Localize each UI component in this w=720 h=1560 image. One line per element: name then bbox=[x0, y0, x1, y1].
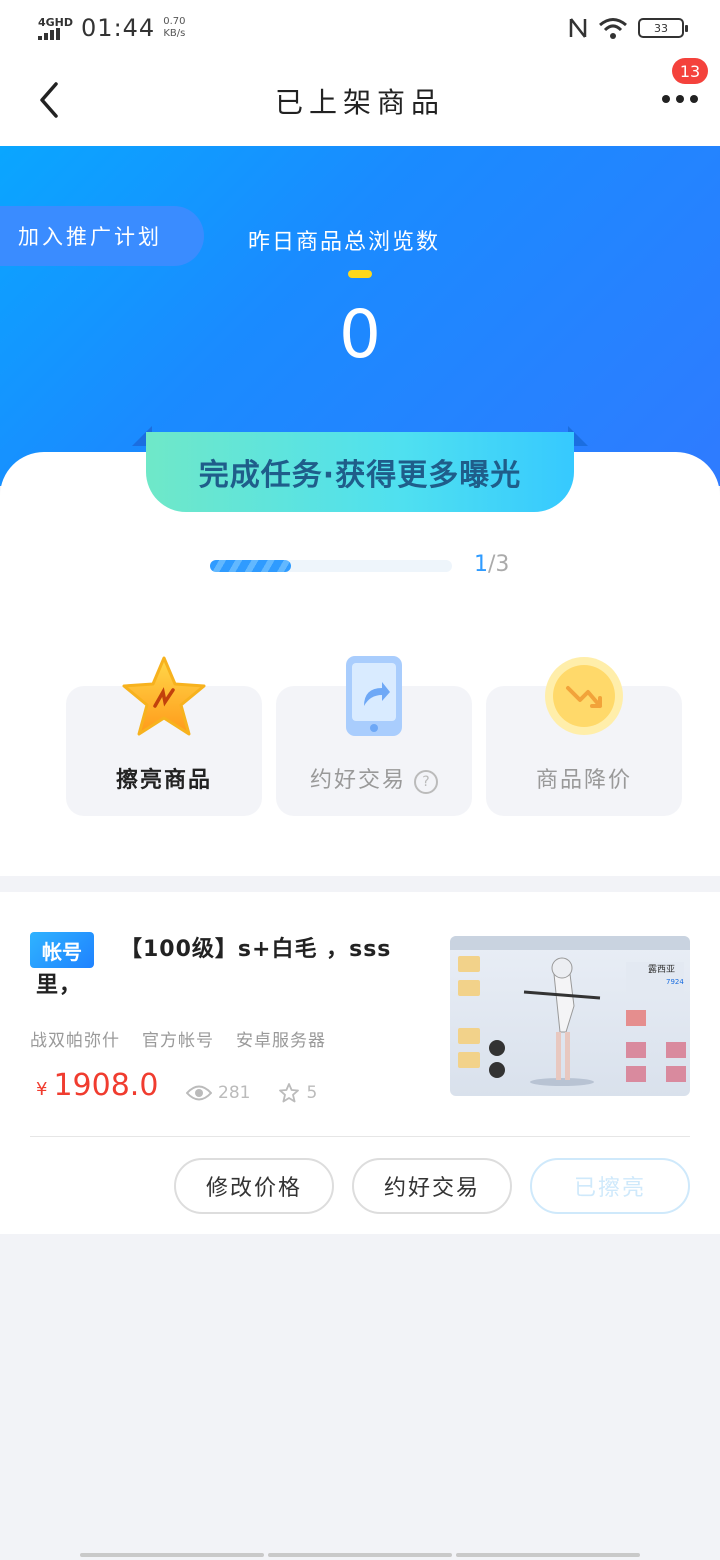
nfc-icon bbox=[569, 18, 587, 38]
arrange-trade-button[interactable]: 约好交易 bbox=[352, 1158, 512, 1214]
clock: 01:44 bbox=[81, 14, 156, 42]
home-indicator bbox=[80, 1553, 640, 1557]
favorites-count: 5 bbox=[306, 1083, 318, 1103]
speed-unit: KB/s bbox=[163, 28, 186, 39]
views-count: 281 bbox=[218, 1083, 251, 1103]
network-type: 4GHD bbox=[38, 15, 74, 29]
star-outline-icon bbox=[279, 1083, 300, 1103]
task-list: 擦亮商品 约好交易 ? 商品降价 bbox=[66, 656, 682, 816]
wifi-icon bbox=[599, 18, 627, 39]
game-screenshot-image: 露西亚 7924 bbox=[450, 936, 690, 1086]
price-value: 1908.0 bbox=[53, 1068, 159, 1103]
eye-icon bbox=[186, 1085, 212, 1101]
task-price-down[interactable]: 商品降价 bbox=[486, 657, 682, 816]
help-icon[interactable]: ? bbox=[414, 770, 438, 794]
nav-bar: 已上架商品 13 bbox=[0, 56, 720, 146]
views-label: 昨日商品总浏览数 bbox=[248, 230, 441, 255]
currency-symbol: ¥ bbox=[36, 1079, 48, 1100]
task-arrange-trade[interactable]: 约好交易 ? bbox=[276, 656, 472, 816]
task-progress-bar bbox=[210, 560, 452, 572]
task-label: 擦亮商品 bbox=[115, 768, 212, 793]
status-bar: 4GHD 01:44 0.70 KB/s 33 bbox=[0, 0, 720, 56]
thumb-character-stat: 7924 bbox=[666, 978, 684, 986]
join-promotion-button[interactable]: 加入推广计划 bbox=[0, 206, 204, 266]
task-label: 约好交易 bbox=[309, 768, 406, 793]
signal-icon bbox=[38, 27, 73, 40]
task-progress-fill bbox=[210, 560, 291, 572]
product-account-type: 官方帐号 bbox=[142, 1031, 214, 1051]
favorites-stat: 5 bbox=[278, 1082, 317, 1104]
network-indicator: 4GHD bbox=[38, 17, 73, 40]
progress-current: 1 bbox=[474, 552, 488, 577]
network-speed: 0.70 KB/s bbox=[163, 16, 185, 40]
product-meta: 战双帕弥什 官方帐号 安卓服务器 bbox=[30, 1026, 326, 1051]
progress-total: /3 bbox=[488, 552, 510, 577]
speed-value: 0.70 bbox=[163, 16, 186, 27]
product-thumbnail[interactable]: 露西亚 7924 bbox=[450, 936, 690, 1096]
phone-share-icon bbox=[346, 656, 402, 736]
price-down-coin-icon bbox=[545, 657, 623, 735]
back-button[interactable] bbox=[30, 80, 70, 120]
modify-price-button[interactable]: 修改价格 bbox=[174, 1158, 334, 1214]
star-icon bbox=[122, 656, 206, 736]
product-card[interactable]: 【100级】s+白毛 ，sss里， 帐号 战双帕弥什 官方帐号 安卓服务器 ¥ … bbox=[0, 892, 720, 1234]
task-card: 完成任务·获得更多曝光 1/3 擦亮商品 约好交易 ? 商品降价 bbox=[0, 432, 720, 876]
product-price: ¥ 1908.0 bbox=[36, 1068, 158, 1103]
page-title: 已上架商品 bbox=[274, 86, 445, 119]
views-indicator bbox=[348, 270, 372, 278]
polished-button[interactable]: 已擦亮 bbox=[530, 1158, 690, 1214]
notification-badge: 13 bbox=[672, 58, 708, 84]
task-polish-product[interactable]: 擦亮商品 bbox=[66, 656, 262, 816]
product-stats: 281 5 bbox=[186, 1082, 317, 1104]
task-label: 商品降价 bbox=[535, 768, 632, 793]
divider bbox=[30, 1136, 690, 1137]
thumb-character-name: 露西亚 bbox=[648, 964, 675, 975]
product-actions: 修改价格 约好交易 已擦亮 bbox=[174, 1158, 690, 1214]
battery-icon: 33 bbox=[638, 18, 688, 38]
views-value: 0 bbox=[339, 296, 381, 373]
product-category-tag: 帐号 bbox=[30, 932, 94, 968]
task-progress-text: 1/3 bbox=[474, 552, 509, 577]
battery-level: 33 bbox=[654, 21, 668, 35]
views-stat: 281 bbox=[186, 1083, 250, 1103]
product-game: 战双帕弥什 bbox=[30, 1031, 120, 1051]
task-banner: 完成任务·获得更多曝光 bbox=[146, 432, 574, 512]
more-button[interactable] bbox=[662, 84, 698, 114]
product-server: 安卓服务器 bbox=[236, 1031, 326, 1051]
